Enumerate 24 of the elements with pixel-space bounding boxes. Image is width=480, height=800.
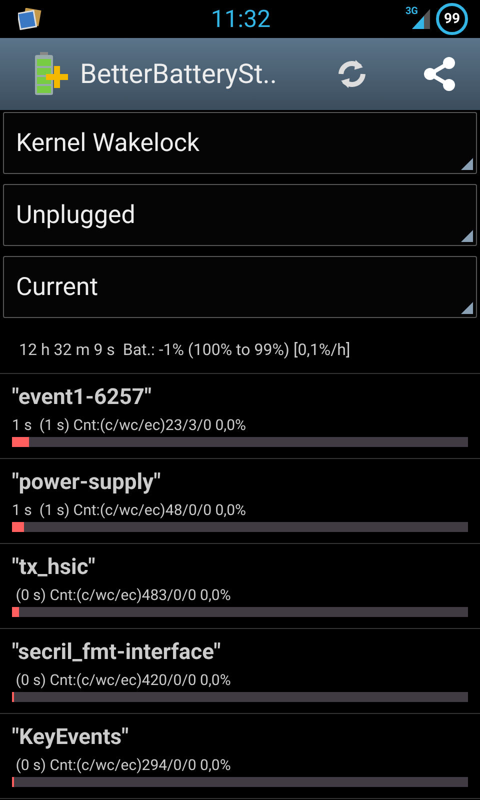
- wakelock-name: "power-supply": [12, 470, 162, 495]
- corner-triangle-icon: [461, 302, 473, 314]
- battery-icon: [32, 52, 68, 96]
- wakelock-details: 1 s (1 s) Cnt:(c/wc/ec)23/3/0 0,0%: [12, 416, 248, 434]
- dropdown[interactable]: Kernel Wakelock: [3, 112, 477, 174]
- battery-level: 99: [436, 3, 468, 35]
- corner-triangle-icon: [461, 230, 473, 242]
- wakelock-name: "secril_fmt-interface": [12, 640, 222, 665]
- dropdown[interactable]: Current: [3, 256, 477, 318]
- app-title: BetterBatterySt..: [80, 58, 278, 90]
- gallery-icon: [18, 8, 42, 30]
- wakelock-details: (0 s) Cnt:(c/wc/ec)483/0/0 0,0%: [14, 586, 232, 604]
- clock: 11:32: [210, 5, 272, 33]
- wakelock-name: "tx_hsic": [12, 555, 96, 580]
- dropdown[interactable]: Unplugged: [3, 184, 477, 246]
- wakelock-name: "event1-6257": [12, 385, 153, 410]
- wakelock-details: (0 s) Cnt:(c/wc/ec)294/0/0 0,0%: [14, 756, 232, 774]
- share-icon: [422, 56, 458, 92]
- network-type: 3G: [405, 6, 418, 17]
- corner-triangle-icon: [461, 158, 473, 170]
- summary-text: 12 h 32 m 9 s Bat.: -1% (100% to 99%) [0,1%/h]: [0, 328, 480, 374]
- wakelock-details: (0 s) Cnt:(c/wc/ec)420/0/0 0,0%: [14, 671, 232, 689]
- wakelock-details: 1 s (1 s) Cnt:(c/wc/ec)48/0/0 0,0%: [12, 501, 248, 519]
- wakelock-name: "KeyEvents": [12, 725, 130, 750]
